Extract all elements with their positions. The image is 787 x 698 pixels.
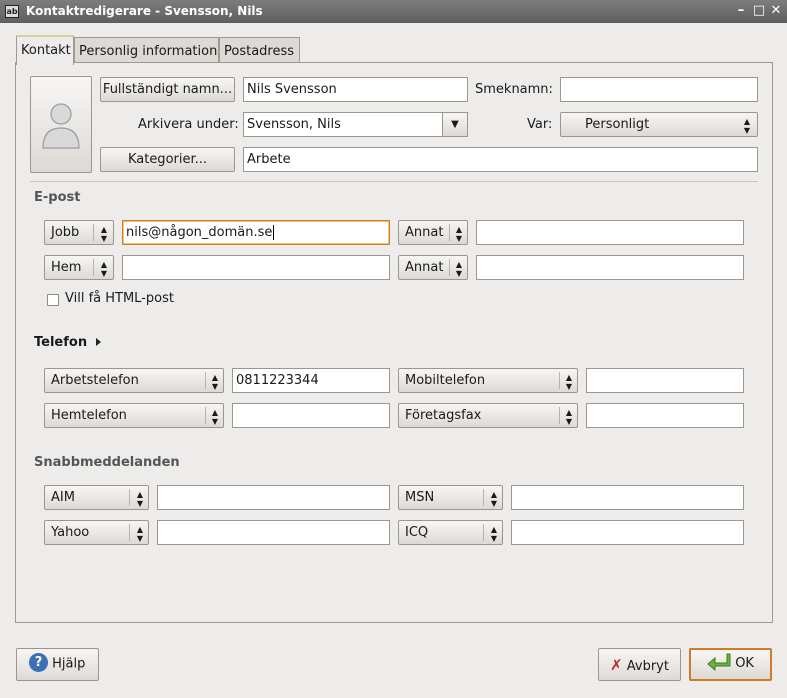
fileas-label: Arkivera under: <box>138 117 239 132</box>
help-button-label: Hjälp <box>52 656 86 672</box>
updown-icon: ▲ ▼ <box>743 117 751 135</box>
addressbook-icon: ab <box>5 5 19 18</box>
phone-type-value-3: Hemtelefon <box>51 408 127 423</box>
updown-icon: ▲ ▼ <box>211 408 219 426</box>
fullname-button-label: Fullständigt namn... <box>102 82 233 97</box>
person-icon <box>42 103 80 149</box>
categories-button[interactable]: Kategorier... <box>100 147 235 172</box>
help-button[interactable]: ? Hjälp <box>16 648 99 681</box>
email-section-title: E-post <box>34 190 81 205</box>
email-type-select-1[interactable]: Jobb ▲ ▼ <box>44 220 114 245</box>
help-icon: ? <box>29 653 48 672</box>
im-field-3[interactable] <box>157 520 390 545</box>
phone-type-value-4: Företagsfax <box>405 408 482 423</box>
enter-arrow-icon <box>707 653 731 672</box>
email-type-value-4: Annat <box>405 260 444 275</box>
close-button[interactable]: ✕ <box>767 2 785 20</box>
chevron-down-icon[interactable]: ▼ <box>442 113 467 136</box>
email-type-value-2: Annat <box>405 225 444 240</box>
updown-icon: ▲ ▼ <box>490 525 498 543</box>
phone-type-select-4[interactable]: Företagsfax ▲ ▼ <box>398 403 578 428</box>
phone-type-select-1[interactable]: Arbetstelefon ▲ ▼ <box>44 368 224 393</box>
email-type-value-1: Jobb <box>51 225 80 240</box>
email-type-select-3[interactable]: Hem ▲ ▼ <box>44 255 114 280</box>
phone-field-2[interactable] <box>586 368 744 393</box>
tab-kontakt[interactable]: Kontakt <box>16 35 74 65</box>
fileas-value: Svensson, Nils <box>247 117 341 132</box>
phone-type-value-2: Mobiltelefon <box>405 373 486 388</box>
photo-button[interactable] <box>30 76 92 173</box>
im-type-value-1: AIM <box>51 490 75 505</box>
categories-field[interactable]: Arbete <box>243 147 758 172</box>
email-type-select-2[interactable]: Annat ▲ ▼ <box>398 220 468 245</box>
maximize-button[interactable]: □ <box>750 2 768 20</box>
updown-icon: ▲ ▼ <box>490 490 498 508</box>
phone-field-4[interactable] <box>586 403 744 428</box>
where-label: Var: <box>527 117 553 132</box>
updown-icon: ▲ ▼ <box>455 260 463 278</box>
where-value: Personligt <box>585 117 650 132</box>
im-type-value-4: ICQ <box>405 525 429 540</box>
updown-icon: ▲ ▼ <box>211 373 219 391</box>
fileas-combo-entry[interactable]: Svensson, Nils ▼ <box>243 112 468 137</box>
phone-field-1[interactable]: 0811223344 <box>232 368 390 393</box>
categories-button-label: Kategorier... <box>127 152 208 167</box>
minimize-button[interactable]: – <box>732 2 750 20</box>
im-field-4[interactable] <box>511 520 744 545</box>
im-field-1[interactable] <box>157 485 390 510</box>
phone-field-3[interactable] <box>232 403 390 428</box>
fullname-field[interactable]: Nils Svensson <box>243 77 468 102</box>
expander-arrow-icon[interactable] <box>96 338 101 346</box>
cancel-button-label: Avbryt <box>626 659 669 674</box>
title-bar: ab Kontaktredigerare - Svensson, Nils – … <box>0 0 787 23</box>
email-type-value-3: Hem <box>51 260 82 275</box>
im-type-select-1[interactable]: AIM ▲ ▼ <box>44 485 149 510</box>
email-field-2[interactable] <box>476 220 744 245</box>
window-title: Kontaktredigerare - Svensson, Nils <box>26 4 263 18</box>
email-value-1: nils@någon_domän.se <box>126 225 273 240</box>
im-type-select-3[interactable]: Yahoo ▲ ▼ <box>44 520 149 545</box>
updown-icon: ▲ ▼ <box>136 490 144 508</box>
im-type-value-3: Yahoo <box>51 525 90 540</box>
im-type-select-2[interactable]: MSN ▲ ▼ <box>398 485 503 510</box>
text-cursor <box>273 225 275 240</box>
email-field-4[interactable] <box>476 255 744 280</box>
tab-personlig-information[interactable]: Personlig information <box>74 37 219 65</box>
updown-icon: ▲ ▼ <box>100 260 108 278</box>
nickname-label: Smeknamn: <box>475 82 553 97</box>
cancel-icon: ✗ <box>610 656 623 674</box>
email-type-select-4[interactable]: Annat ▲ ▼ <box>398 255 468 280</box>
html-mail-checkbox[interactable] <box>47 294 59 306</box>
im-field-2[interactable] <box>511 485 744 510</box>
ok-button[interactable]: OK <box>689 648 772 681</box>
tab-postadress[interactable]: Postadress <box>219 37 300 65</box>
updown-icon: ▲ ▼ <box>136 525 144 543</box>
nickname-field[interactable] <box>560 77 758 102</box>
updown-icon: ▲ ▼ <box>100 225 108 243</box>
phone-type-value-1: Arbetstelefon <box>51 373 139 388</box>
email-field-3[interactable] <box>122 255 390 280</box>
ok-button-label: OK <box>735 656 754 671</box>
updown-icon: ▲ ▼ <box>455 225 463 243</box>
fullname-button[interactable]: Fullständigt namn... <box>100 77 235 102</box>
separator <box>30 181 758 182</box>
email-field-1[interactable]: nils@någon_domän.se <box>122 220 390 245</box>
updown-icon: ▲ ▼ <box>565 408 573 426</box>
im-section-title: Snabbmeddelanden <box>34 455 180 470</box>
html-mail-label[interactable]: Vill få HTML-post <box>65 291 174 306</box>
phone-type-select-2[interactable]: Mobiltelefon ▲ ▼ <box>398 368 578 393</box>
im-type-value-2: MSN <box>405 490 435 505</box>
im-type-select-4[interactable]: ICQ ▲ ▼ <box>398 520 503 545</box>
cancel-button[interactable]: ✗ Avbryt <box>598 648 681 681</box>
where-select[interactable]: Personligt ▲ ▼ <box>560 112 758 137</box>
updown-icon: ▲ ▼ <box>565 373 573 391</box>
phone-section-title[interactable]: Telefon <box>34 335 87 350</box>
phone-type-select-3[interactable]: Hemtelefon ▲ ▼ <box>44 403 224 428</box>
